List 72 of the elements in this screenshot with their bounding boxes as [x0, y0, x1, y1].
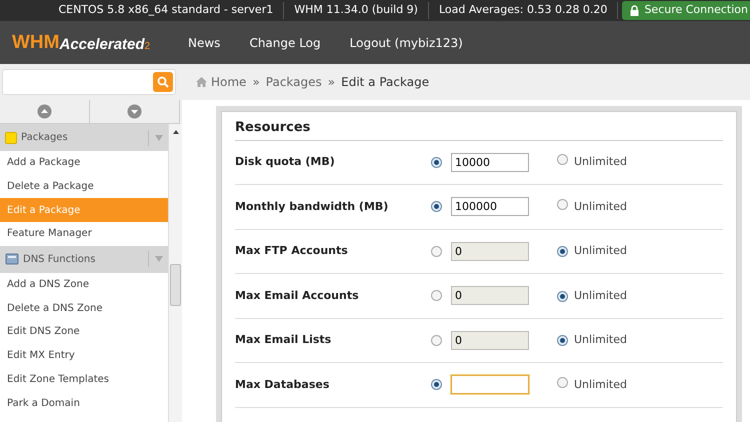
sidebar-item[interactable]: Feature Manager: [0, 222, 168, 246]
radio-button[interactable]: [557, 198, 568, 210]
scroll-thumb[interactable]: [170, 264, 181, 306]
sidebar-item[interactable]: Add a Package: [0, 151, 168, 175]
radio-button[interactable]: [557, 376, 568, 388]
breadcrumb-separator: »: [251, 74, 261, 91]
radio-button[interactable]: [431, 246, 442, 257]
radio-button[interactable]: [557, 335, 568, 346]
group-title: DNS Functions: [23, 252, 96, 267]
sidebar-item[interactable]: Edit Zone Templates: [0, 368, 168, 392]
caret-icon: [154, 256, 162, 262]
nav-link[interactable]: News: [188, 34, 220, 52]
field-label: Disk quota (MB): [235, 154, 336, 170]
sidebar-group-header[interactable]: DNS Functions: [0, 246, 168, 273]
radio-button[interactable]: [557, 290, 568, 302]
scroll-up-arrow-icon: [172, 130, 178, 134]
status-text: CENTOS 5.8 x86_64 standard - server1: [48, 2, 284, 19]
radio-button[interactable]: [557, 154, 568, 165]
breadcrumb-link[interactable]: Packages: [266, 73, 322, 91]
field-label: Max Email Accounts: [235, 288, 360, 304]
radio-button[interactable]: [431, 156, 442, 168]
folder-icon: [5, 132, 17, 144]
nav-link[interactable]: Logout (mybiz123): [350, 34, 463, 52]
sidebar-item[interactable]: Delete a DNS Zone: [0, 296, 168, 320]
field-label: Max FTP Accounts: [235, 243, 349, 259]
server-icon: [5, 253, 19, 266]
input-field[interactable]: 0: [451, 330, 529, 350]
radio-button[interactable]: [431, 334, 442, 346]
radio-button[interactable]: [557, 246, 568, 257]
group-title: Packages: [21, 131, 69, 145]
unlimited-label: Unlimited: [574, 243, 627, 259]
input-field[interactable]: 0: [451, 286, 529, 306]
scroll-down-icon[interactable]: [127, 104, 142, 119]
search-field[interactable]: [2, 69, 176, 95]
secure-connection-text: Secure Connection: [644, 2, 748, 18]
field-label: Max Databases: [235, 376, 330, 392]
home-icon: [196, 77, 207, 87]
input-field[interactable]: 100000: [451, 197, 529, 216]
sidebar-item[interactable]: Park a Domain: [0, 391, 168, 415]
unlimited-label: Unlimited: [574, 332, 627, 348]
input-field[interactable]: [451, 375, 529, 394]
section-title: Resources: [235, 118, 723, 140]
radio-button[interactable]: [431, 201, 442, 212]
status-text: Load Averages: 0.53 0.28 0.20: [428, 2, 618, 19]
search-icon: [157, 76, 169, 88]
radio-button[interactable]: [431, 379, 442, 390]
unlimited-label: Unlimited: [574, 198, 627, 214]
field-label: Monthly bandwidth (MB): [235, 198, 390, 214]
sidebar-item[interactable]: Edit DNS Zone: [0, 320, 168, 344]
sidebar-item[interactable]: Add a DNS Zone: [0, 272, 168, 296]
lock-icon: [630, 5, 640, 16]
sidebar-group-header[interactable]: Packages: [0, 124, 168, 151]
nav-link[interactable]: Change Log: [249, 34, 321, 52]
logo[interactable]: WHMAccelerated2: [12, 33, 162, 52]
caret-icon: [154, 134, 162, 140]
sidebar-item[interactable]: Edit MX Entry: [0, 344, 168, 368]
input-field[interactable]: 10000: [451, 152, 529, 172]
unlimited-label: Unlimited: [574, 376, 627, 392]
status-text: WHM 11.34.0 (build 9): [284, 2, 429, 19]
scroll-up-icon[interactable]: [37, 104, 52, 119]
sidebar-item[interactable]: Delete a Package: [0, 174, 168, 198]
scrollbar[interactable]: [168, 124, 182, 422]
search-button[interactable]: [153, 72, 173, 92]
field-label: Max Email Lists: [235, 332, 332, 348]
secure-connection-badge[interactable]: Secure Connection: [622, 1, 750, 20]
breadcrumb-separator: »: [326, 74, 336, 91]
unlimited-label: Unlimited: [574, 154, 627, 170]
breadcrumb-current: Edit a Package: [341, 74, 430, 91]
breadcrumb-link[interactable]: Home: [211, 73, 246, 91]
radio-button[interactable]: [431, 290, 442, 302]
unlimited-label: Unlimited: [574, 288, 627, 304]
input-field[interactable]: 0: [451, 242, 529, 261]
